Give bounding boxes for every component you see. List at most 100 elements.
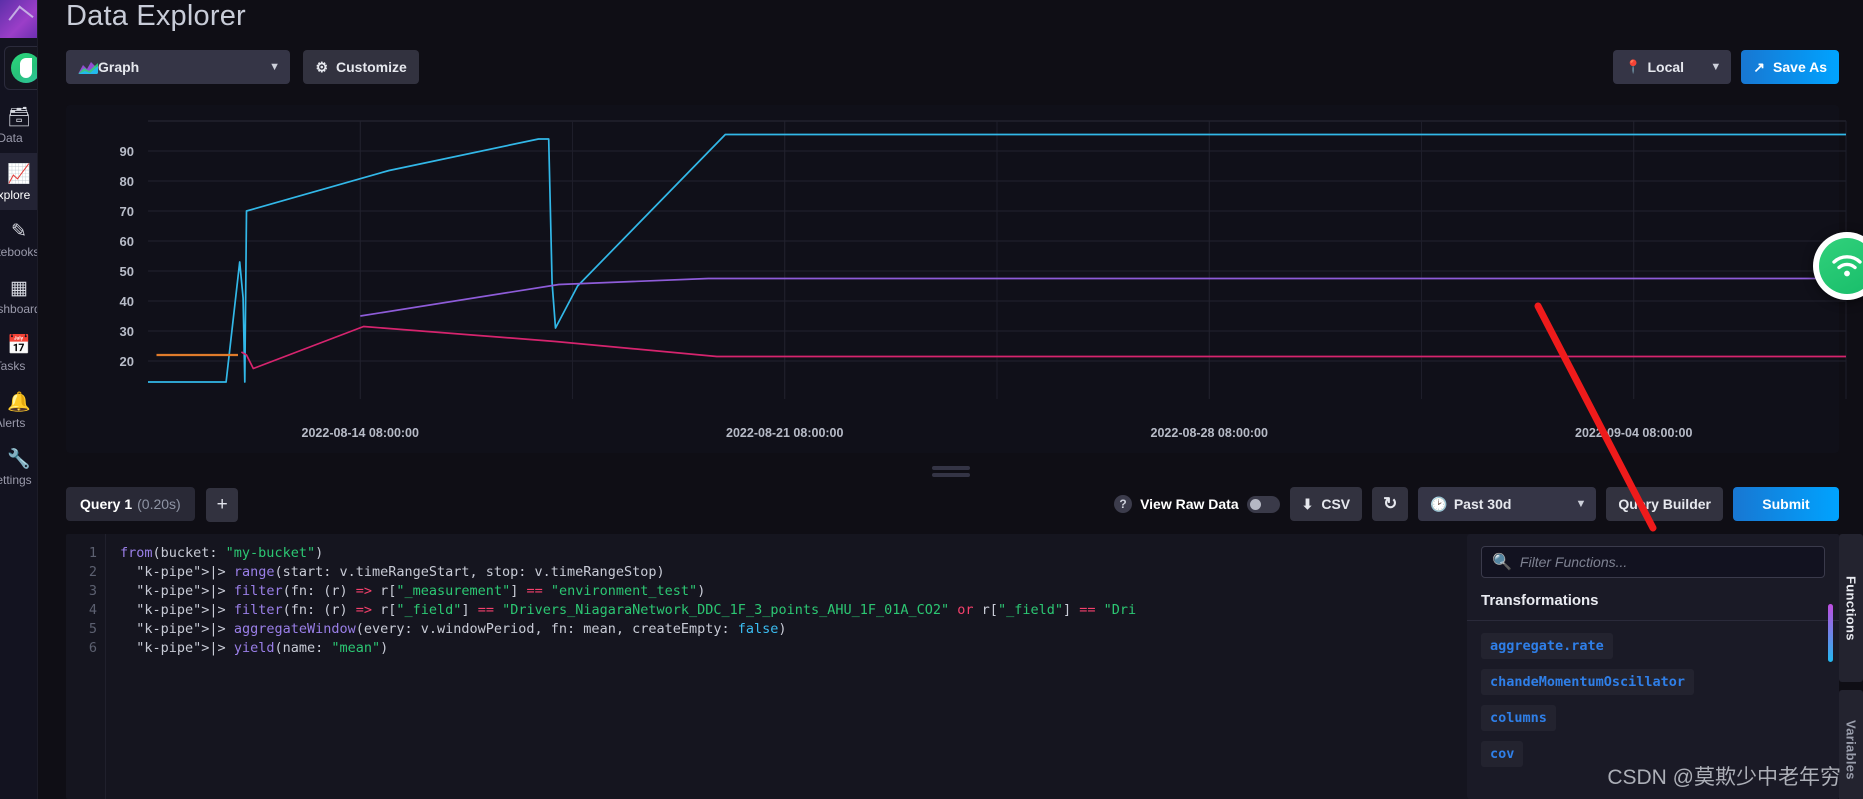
graph-line-icon: 📈 bbox=[7, 164, 31, 185]
sidebar-item-data[interactable]: 🗃 Data bbox=[0, 96, 37, 153]
wifi-waves-icon bbox=[1832, 255, 1862, 277]
tab-functions-label: Functions bbox=[1843, 575, 1859, 641]
customize-button[interactable]: ⚙ Customize bbox=[303, 50, 419, 84]
view-raw-data-control[interactable]: ? View Raw Data bbox=[1114, 495, 1280, 513]
csv-label: CSV bbox=[1321, 496, 1351, 512]
main-content: Data Explorer Graph ▼ ⚙ Customize 📍 Loca… bbox=[38, 0, 1863, 799]
save-as-button[interactable]: ↗ Save As bbox=[1741, 50, 1839, 84]
customize-label: Customize bbox=[336, 59, 407, 75]
avatar bbox=[11, 53, 37, 83]
dashboard-icon: ▦ bbox=[10, 278, 28, 299]
plus-icon: + bbox=[216, 493, 228, 515]
handle-bar bbox=[931, 465, 970, 470]
query-toolbar: Query 1 (0.20s) + ? View Raw Data ⬇ CSV bbox=[66, 487, 1839, 525]
svg-text:2022-08-28 08:00:00: 2022-08-28 08:00:00 bbox=[1151, 426, 1268, 440]
query-builder-label: Query Builder bbox=[1618, 496, 1711, 512]
function-item[interactable]: columns bbox=[1481, 705, 1556, 731]
line-number-gutter: 1 2 3 4 5 6 bbox=[66, 534, 106, 799]
chevron-down-icon: ▼ bbox=[1575, 498, 1587, 510]
submit-label: Submit bbox=[1762, 496, 1810, 512]
bell-icon: 🔔 bbox=[7, 392, 31, 413]
timezone-label: Local bbox=[1647, 59, 1685, 75]
svg-text:90: 90 bbox=[120, 144, 134, 159]
wrench-icon: 🔧 bbox=[7, 449, 31, 470]
logo-mark bbox=[8, 5, 34, 31]
query-toolbar-right: ? View Raw Data ⬇ CSV ↻ 🕑 Past 30d ▼ Que… bbox=[1114, 487, 1839, 521]
sidebar-item-label: Alerts bbox=[0, 416, 26, 430]
save-as-label: Save As bbox=[1773, 59, 1827, 75]
sidebar-item-dashboards[interactable]: ▦ Dashboards bbox=[0, 267, 37, 324]
svg-text:50: 50 bbox=[120, 264, 134, 279]
sidebar-item-settings[interactable]: 🔧 Settings bbox=[0, 438, 37, 495]
functions-list: aggregate.rate chandeMomentumOscillator … bbox=[1467, 621, 1839, 777]
handle-bar bbox=[931, 472, 970, 477]
query-tab-1[interactable]: Query 1 (0.20s) bbox=[66, 487, 195, 521]
notebook-icon: ✎ bbox=[11, 221, 27, 242]
svg-text:20: 20 bbox=[120, 354, 134, 369]
query-duration: (0.20s) bbox=[137, 496, 181, 512]
pin-icon: 📍 bbox=[1625, 59, 1642, 74]
line-number: 2 bbox=[88, 564, 97, 580]
timezone-dropdown[interactable]: 📍 Local ▼ bbox=[1613, 50, 1732, 84]
clock-icon: 🕑 bbox=[1430, 495, 1448, 512]
sidebar-item-notebooks[interactable]: ✎ Notebooks bbox=[0, 210, 38, 267]
database-icon: 🗃 bbox=[6, 107, 32, 128]
left-nav-rail: 🗃 Data 📈 Explore ✎ Notebooks ▦ Dashboard… bbox=[0, 0, 38, 799]
calendar-icon: 📅 bbox=[7, 335, 31, 356]
functions-panel: 🔍 Filter Functions... Transformations ag… bbox=[1467, 534, 1839, 799]
chevron-down-icon: ▼ bbox=[269, 61, 280, 73]
toggle-knob bbox=[1249, 498, 1261, 510]
svg-text:60: 60 bbox=[120, 234, 134, 249]
query-tab-label: Query 1 bbox=[80, 496, 133, 512]
sidebar-item-label: Notebooks bbox=[0, 245, 38, 259]
svg-text:80: 80 bbox=[120, 174, 134, 189]
svg-text:2022-09-04 08:00:00: 2022-09-04 08:00:00 bbox=[1575, 426, 1692, 440]
organization-avatar-icon[interactable] bbox=[4, 46, 37, 90]
sidebar-item-explore[interactable]: 📈 Explore bbox=[0, 153, 37, 210]
functions-scrollbar[interactable] bbox=[1828, 604, 1833, 662]
visualization-type-dropdown[interactable]: Graph ▼ bbox=[66, 50, 290, 84]
function-item[interactable]: cov bbox=[1481, 741, 1524, 767]
refresh-icon: ↻ bbox=[1383, 494, 1398, 513]
wifi-disc bbox=[1819, 238, 1863, 294]
chart-panel[interactable]: 20 30 40 50 60 70 80 90 2022-08-14 08:00:00 2022-… bbox=[66, 105, 1847, 453]
refresh-button[interactable]: ↻ bbox=[1372, 487, 1409, 521]
line-number: 4 bbox=[88, 602, 97, 618]
function-item[interactable]: chandeMomentumOscillator bbox=[1481, 669, 1695, 695]
graph-area-icon bbox=[78, 60, 98, 74]
sidebar-item-alerts[interactable]: 🔔 Alerts bbox=[0, 381, 37, 438]
line-number: 1 bbox=[88, 545, 97, 561]
view-raw-data-label: View Raw Data bbox=[1140, 496, 1239, 512]
sidebar-item-label: Explore bbox=[0, 188, 31, 202]
panel-resize-handle[interactable] bbox=[38, 460, 1863, 482]
sidebar-item-label: Tasks bbox=[0, 359, 26, 373]
add-query-button[interactable]: + bbox=[206, 487, 239, 522]
tab-variables-label: Variables bbox=[1843, 720, 1859, 780]
question-mark-icon[interactable]: ? bbox=[1114, 495, 1133, 513]
time-series-chart[interactable]: 20 30 40 50 60 70 80 90 2022-08-14 08:00:00 2022-… bbox=[66, 105, 1863, 453]
line-number: 6 bbox=[88, 640, 97, 656]
gear-icon: ⚙ bbox=[315, 58, 329, 75]
toolbar-right-group: 📍 Local ▼ ↗ Save As bbox=[1613, 50, 1839, 84]
submit-button[interactable]: Submit bbox=[1733, 487, 1839, 521]
tab-functions[interactable]: Functions bbox=[1839, 534, 1863, 682]
time-range-dropdown[interactable]: 🕑 Past 30d ▼ bbox=[1418, 487, 1597, 521]
sidebar-item-tasks[interactable]: 📅 Tasks bbox=[0, 324, 37, 381]
visualization-type-label: Graph bbox=[98, 59, 140, 75]
tab-variables[interactable]: Variables bbox=[1839, 690, 1863, 799]
time-range-label: Past 30d bbox=[1453, 496, 1512, 512]
sidebar-item-label: Data bbox=[0, 131, 23, 145]
svg-text:70: 70 bbox=[120, 204, 134, 219]
watermark: CSDN @莫欺少中老年穷 bbox=[1607, 766, 1841, 789]
csv-download-button[interactable]: ⬇ CSV bbox=[1289, 487, 1363, 521]
page-title: Data Explorer bbox=[66, 0, 246, 32]
functions-section-title: Transformations bbox=[1467, 592, 1839, 621]
view-raw-data-toggle[interactable] bbox=[1246, 495, 1280, 513]
function-item[interactable]: aggregate.rate bbox=[1481, 633, 1613, 659]
influxdb-logo-icon[interactable] bbox=[0, 0, 37, 38]
external-link-icon: ↗ bbox=[1753, 58, 1766, 75]
filter-functions-placeholder: Filter Functions... bbox=[1519, 554, 1628, 570]
search-icon: 🔍 bbox=[1492, 554, 1512, 571]
query-builder-button[interactable]: Query Builder bbox=[1606, 487, 1723, 521]
filter-functions-input[interactable]: 🔍 Filter Functions... bbox=[1481, 546, 1825, 578]
